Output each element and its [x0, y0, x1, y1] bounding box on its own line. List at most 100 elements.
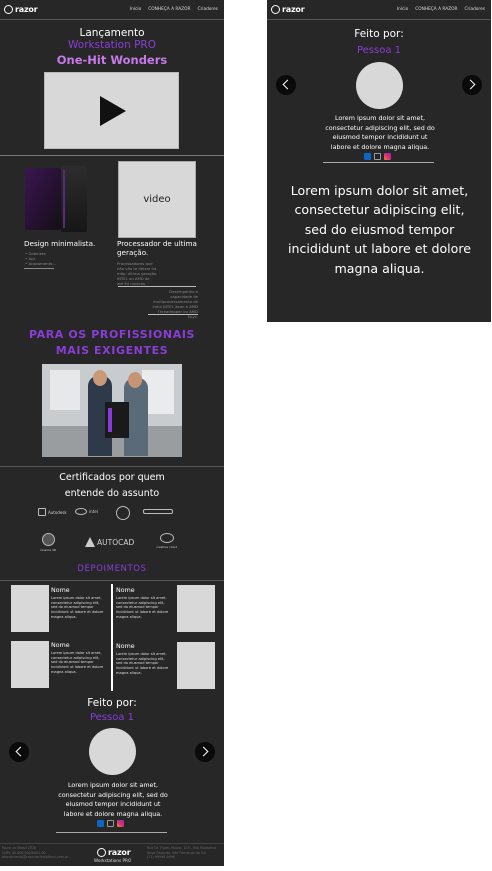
intel-icon [75, 508, 87, 515]
creator-bio: Lorem ipsum dolor sit amet, consectetur … [58, 781, 168, 818]
feature-right-text: Processadores que não vão te deixar na m… [117, 261, 157, 286]
cinema4d-icon [41, 533, 55, 546]
creator-bio: Lorem ipsum dolor sit amet, consectetur … [325, 114, 435, 151]
feature-right-underline2 [148, 314, 198, 315]
pro-heading-line2: MAIS EXIGENTES [55, 344, 169, 357]
creator-underline [323, 162, 434, 163]
razor-logo-icon [4, 5, 13, 14]
intel-logo: intel [75, 508, 98, 515]
testimonial-photo-2 [177, 585, 215, 632]
divider-3 [0, 580, 224, 581]
divider [0, 155, 224, 156]
pegasus-icon [143, 509, 173, 514]
feito-por-title: Feito por: [354, 28, 404, 40]
footer: Razor do Brasil LTDA CNPJ: 00.000.000/00… [0, 843, 224, 866]
social-links [364, 153, 391, 160]
workstation-case-image [25, 166, 89, 232]
carousel-prev-button[interactable] [276, 75, 296, 95]
github-icon[interactable] [374, 153, 381, 160]
razor-logo-icon [271, 5, 280, 14]
creative-cloud-logo: creative cloud [156, 533, 177, 549]
chevron-right-icon [465, 79, 476, 90]
testimonial-name-2: Nome [116, 587, 135, 594]
carousel-next-button[interactable] [195, 742, 215, 762]
footer-subtitle: Workstations PRO [94, 858, 132, 863]
logo[interactable]: razor [271, 5, 305, 14]
razor-logo-icon [97, 848, 106, 857]
testimonial-text-2: Lorem ipsum dolor sit amet, consectetur … [116, 596, 169, 619]
nav-link-criadores[interactable]: Criadores [197, 7, 218, 12]
linkedin-icon[interactable] [97, 820, 104, 827]
certified-title: Certificados por quem entende do assunto [59, 472, 165, 499]
feature-left-list: • Gabinete • Aço • Acabamento... [25, 251, 56, 266]
feature-right-title: Processador de ultima geração. [117, 239, 197, 257]
hero-line1: Lançamento [79, 27, 145, 39]
solidworks-logo [116, 506, 130, 520]
canvas: razor Início CONHEÇA A RAZOR Criadores L… [0, 0, 492, 871]
nav-link-criadores[interactable]: Criadores [464, 7, 485, 12]
feature-left-title: Design minimalista. [24, 239, 96, 248]
navbar: razor Início CONHEÇA A RAZOR Criadores [0, 0, 224, 20]
navbar: razor Início CONHEÇA A RAZOR Criadores [267, 0, 491, 20]
nav-link-conheca[interactable]: CONHEÇA A RAZOR [148, 7, 190, 12]
carousel-prev-button[interactable] [9, 742, 29, 762]
chevron-left-icon [15, 746, 26, 757]
pessoa-name: Pessoa 1 [356, 45, 402, 56]
divider-2 [0, 466, 224, 467]
footer-company-info: Razor do Brasil LTDA CNPJ: 00.000.000/00… [2, 846, 69, 860]
pro-heading-line1: PARA OS PROFISSIONAIS [28, 328, 196, 341]
chevron-right-icon [198, 746, 209, 757]
creator-underline [56, 832, 167, 833]
github-icon[interactable] [107, 820, 114, 827]
instagram-icon[interactable] [384, 153, 391, 160]
footer-logo[interactable]: razor [97, 848, 131, 857]
testimonial-photo-3 [11, 641, 49, 688]
hero-line3: One-Hit Wonders [56, 53, 168, 67]
testimonial-divider [111, 584, 113, 691]
feito-por-title: Feito por: [87, 697, 137, 709]
creator-avatar [89, 728, 136, 775]
testimonial-name-1: Nome [51, 587, 70, 594]
chevron-left-icon [282, 79, 293, 90]
video-label: video [143, 194, 171, 205]
pessoa-name: Pessoa 1 [89, 712, 135, 723]
solidworks-icon [116, 506, 130, 520]
testimonial-photo-1 [11, 585, 49, 632]
carousel-next-button[interactable] [462, 75, 482, 95]
hero-video-player[interactable] [44, 72, 179, 149]
creative-cloud-icon [159, 533, 174, 543]
logo[interactable]: razor [4, 5, 38, 14]
feature-right-underline [118, 286, 196, 287]
landing-page: razor Início CONHEÇA A RAZOR Criadores L… [0, 0, 224, 866]
testimonial-name-3: Nome [51, 642, 70, 649]
autodesk-logo: Autodesk [38, 508, 67, 516]
testimonial-photo-4 [177, 642, 215, 689]
footer-address: Rua Dr. Flores Moura, 123 - Vila Madalen… [147, 846, 217, 860]
nav-links: Início CONHEÇA A RAZOR Criadores [397, 7, 485, 12]
testimonial-text-4: Lorem ipsum dolor sit amet, consectetur … [116, 652, 169, 675]
testimonial-name-4: Nome [116, 643, 135, 650]
testimonial-text-1: Lorem ipsum dolor sit amet, consectetur … [51, 596, 104, 619]
cinema4d-logo: cinema 4D [40, 533, 56, 552]
hero-line2: Workstation PRO [68, 39, 156, 51]
nav-link-inicio[interactable]: Início [397, 7, 408, 12]
feature-left-underline [24, 268, 54, 269]
testimonial-text-3: Lorem ipsum dolor sit amet, consectetur … [51, 651, 104, 674]
pegasus-logo [143, 509, 173, 514]
nav-link-inicio[interactable]: Início [130, 7, 141, 12]
autocad-icon [85, 537, 95, 547]
creator-big-text: Lorem ipsum dolor sit amet, consectetur … [287, 183, 472, 276]
depoimentos-title: DEPOIMENTOS [77, 564, 147, 574]
creator-avatar [356, 62, 403, 109]
play-icon[interactable] [100, 96, 126, 126]
instagram-icon[interactable] [117, 820, 124, 827]
autocad-logo: AUTOCAD [85, 537, 134, 547]
social-links [97, 820, 124, 827]
linkedin-icon[interactable] [364, 153, 371, 160]
feature-video-placeholder[interactable]: video [118, 161, 196, 238]
autodesk-icon [38, 508, 46, 516]
nav-links: Início CONHEÇA A RAZOR Criadores [130, 7, 218, 12]
nav-link-conheca[interactable]: CONHEÇA A RAZOR [415, 7, 457, 12]
team-photo [42, 364, 182, 457]
logo-text: razor [15, 5, 38, 14]
